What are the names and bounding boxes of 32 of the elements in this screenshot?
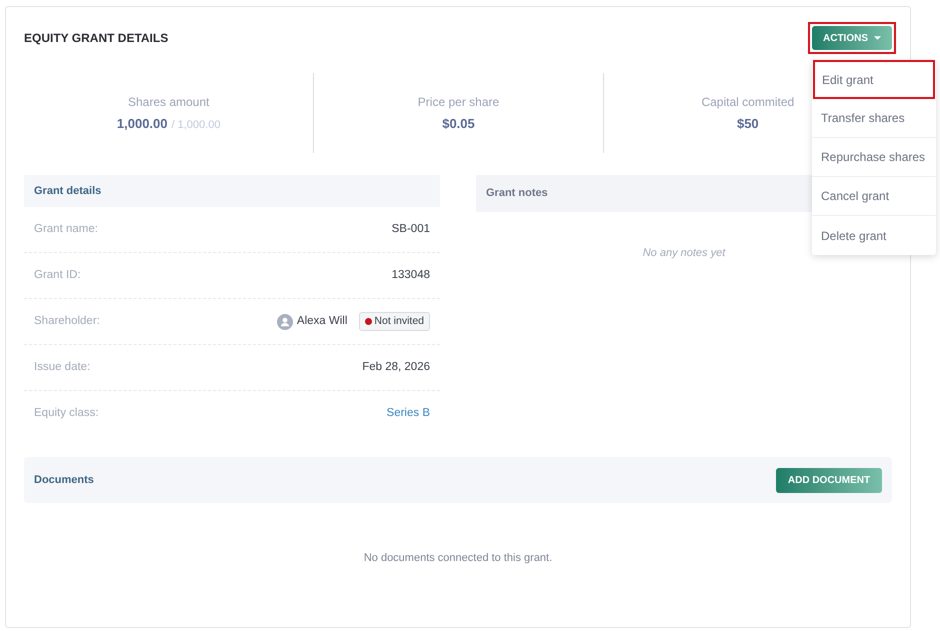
section-title: Documents <box>34 472 94 488</box>
shareholder-name: Alexa Will <box>296 314 348 329</box>
page-title: EQUITY GRANT DETAILS <box>24 30 168 47</box>
section-title: Grant details <box>34 184 102 199</box>
detail-label: Issue date: <box>34 360 90 375</box>
stat-value: 1,000.00 <box>116 114 168 133</box>
menu-item[interactable]: Repurchase shares <box>812 138 936 177</box>
detail-label: Equity class: <box>34 406 99 422</box>
stat-label: Capital commited <box>701 94 794 111</box>
menu-item[interactable]: Transfer shares <box>812 99 936 138</box>
detail-value: 133048 <box>392 268 430 283</box>
detail-value: SB-001 <box>392 222 430 237</box>
detail-label: Shareholder: <box>34 314 100 329</box>
stat-label: Price per share <box>418 94 500 111</box>
stat-total: / 1,000.00 <box>172 118 220 133</box>
empty-notes-text: No any notes yet <box>642 246 726 261</box>
user-avatar-icon <box>276 314 293 330</box>
menu-item[interactable]: Edit grant <box>813 60 935 99</box>
add-document-button[interactable]: ADD DOCUMENT <box>776 468 882 492</box>
equity-class-link[interactable]: Series B <box>386 405 430 423</box>
caret-icon <box>874 36 881 40</box>
stat-value: $50 <box>736 114 759 133</box>
status-label: Not invited <box>374 314 424 329</box>
detail-label: Grant ID: <box>34 268 81 283</box>
section-title: Grant notes <box>486 186 548 202</box>
empty-documents-text: No documents connected to this grant. <box>364 551 552 566</box>
detail-value: Feb 28, 2026 <box>362 360 430 375</box>
actions-button[interactable]: ACTIONS <box>812 26 892 50</box>
stat-label: Shares amount <box>128 94 210 111</box>
stat-value: $0.05 <box>442 114 475 133</box>
detail-label: Grant name: <box>34 222 98 237</box>
menu-item[interactable]: Delete grant <box>812 216 936 255</box>
